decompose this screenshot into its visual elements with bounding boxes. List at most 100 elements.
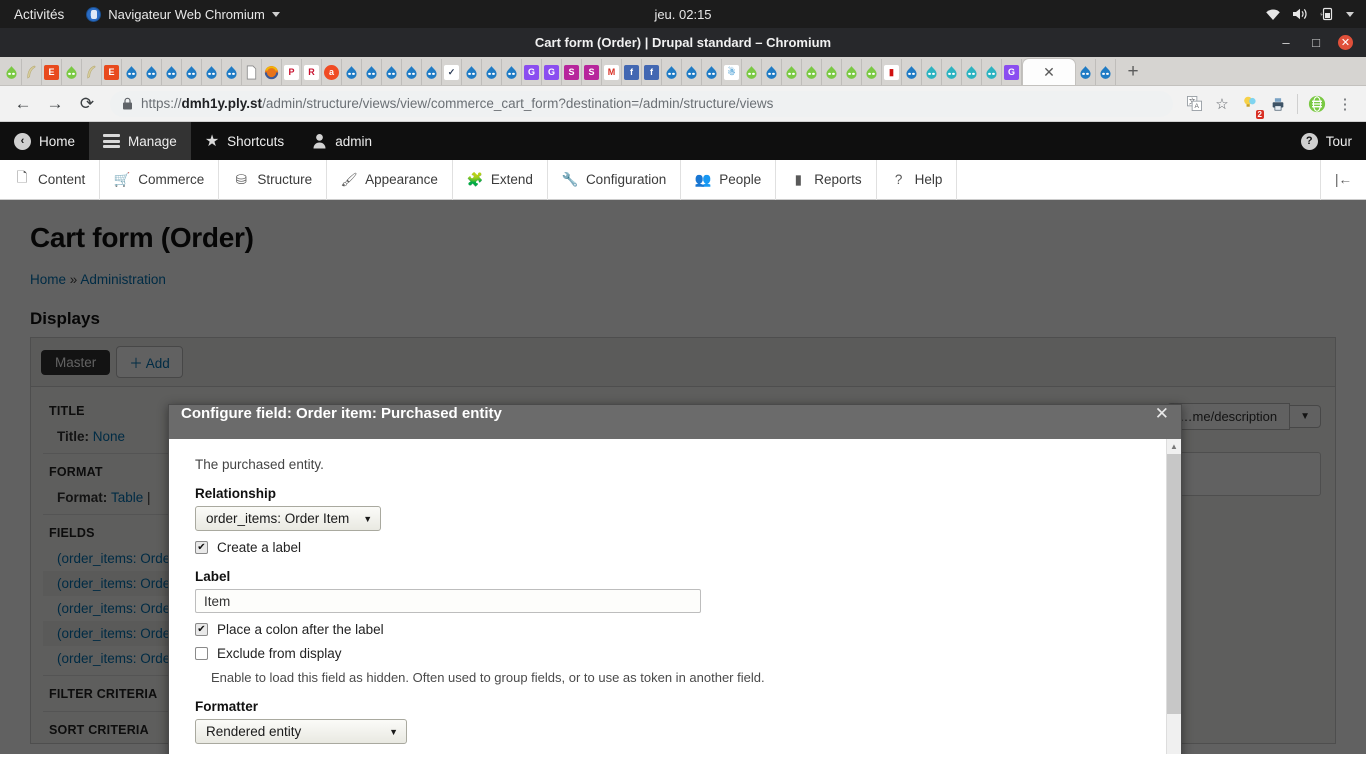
browser-tab[interactable] [982,59,1002,85]
forward-button[interactable]: → [40,89,70,119]
tab-close-icon[interactable]: ✕ [1043,64,1055,81]
browser-tab[interactable] [742,59,762,85]
formatter-select[interactable]: Rendered entity ▼ [195,719,407,744]
browser-tab[interactable] [482,59,502,85]
drupal-toolbar-item-shortcuts[interactable]: ★ Shortcuts [191,122,298,160]
relationship-select[interactable]: order_items: Order Item ▼ [195,506,382,531]
exclude-checkbox-row[interactable]: Exclude from display [195,646,1155,661]
browser-tab[interactable]: E [102,59,122,85]
browser-tab[interactable] [922,59,942,85]
activities-button[interactable]: Activités [0,7,76,22]
browser-tab[interactable] [1076,59,1096,85]
browser-tab[interactable] [142,59,162,85]
drupal-menu-item-configuration[interactable]: 🔧 Configuration [548,159,682,200]
browser-tab[interactable] [162,59,182,85]
browser-tab[interactable] [682,59,702,85]
drupal-toolbar-item-manage[interactable]: Manage [89,122,191,160]
browser-tab[interactable]: M [602,59,622,85]
colon-checkbox[interactable]: ✔ [195,623,208,636]
browser-tab[interactable] [942,59,962,85]
drupal-menu-item-commerce[interactable]: 🛒 Commerce [100,159,220,200]
browser-tab[interactable] [82,59,102,85]
active-tab[interactable]: ✕ [1022,58,1076,85]
maximize-button[interactable]: □ [1308,35,1324,51]
browser-tab[interactable]: G [542,59,562,85]
browser-tab[interactable] [822,59,842,85]
browser-tab[interactable] [62,59,82,85]
browser-tab[interactable]: P [282,59,302,85]
browser-tab[interactable] [762,59,782,85]
browser-tab[interactable]: ▮ [882,59,902,85]
browser-tab[interactable] [242,59,262,85]
browser-tab[interactable]: E [42,59,62,85]
extension-lightbulb-icon[interactable]: 2 [1237,91,1264,119]
drupal-menu-item-reports[interactable]: ▮ Reports [776,159,877,200]
scroll-up-arrow[interactable]: ▲ [1167,439,1181,454]
browser-tab[interactable] [382,59,402,85]
close-icon[interactable]: ✕ [1155,404,1169,424]
reload-button[interactable]: ⟳ [72,89,102,119]
collapse-icon[interactable]: |← [1319,159,1366,200]
browser-tab[interactable] [182,59,202,85]
system-status-area[interactable] [1265,7,1366,21]
address-bar[interactable]: https://dmh1y.ply.st/admin/structure/vie… [110,90,1173,117]
back-button[interactable]: ← [8,89,38,119]
browser-tab[interactable]: a [322,59,342,85]
translate-icon[interactable]: 文A [1181,91,1207,117]
browser-tab[interactable] [222,59,242,85]
drupal-menu-item-appearance[interactable]: 🖌 Appearance [327,159,453,200]
browser-tab[interactable] [962,59,982,85]
browser-tab[interactable] [1096,59,1116,85]
minimize-button[interactable]: – [1278,35,1294,51]
drupal-menu-item-structure[interactable]: ⛁ Structure [219,159,328,200]
drupal-profile-icon[interactable] [1304,91,1330,117]
app-menu-button[interactable]: Navigateur Web Chromium [86,6,280,22]
browser-tab[interactable] [422,59,442,85]
browser-tab[interactable]: G [1002,59,1022,85]
browser-tab[interactable] [342,59,362,85]
browser-tab[interactable]: R [302,59,322,85]
browser-tab[interactable] [122,59,142,85]
tab-strip[interactable]: E E P Ra ✓ G G S S Mf f ☃ ▮ G ✕ + [0,57,1366,86]
scrollbar-thumb[interactable] [1167,454,1181,714]
browser-tab[interactable]: f [622,59,642,85]
system-chevron-icon[interactable] [1346,11,1354,17]
browser-tab[interactable] [22,59,42,85]
new-tab-button[interactable]: + [1116,59,1150,85]
browser-tab[interactable] [842,59,862,85]
browser-tab[interactable]: G [522,59,542,85]
colon-checkbox-row[interactable]: ✔ Place a colon after the label [195,622,1155,637]
window-buttons[interactable]: – □ ✕ [1278,35,1366,51]
label-input[interactable] [195,589,701,613]
kebab-menu-icon[interactable]: ⋮ [1332,91,1358,117]
browser-tab[interactable] [862,59,882,85]
browser-tab[interactable] [362,59,382,85]
create-label-checkbox[interactable]: ✔ [195,541,208,554]
browser-tab[interactable] [662,59,682,85]
browser-tab[interactable] [902,59,922,85]
browser-tab[interactable] [802,59,822,85]
browser-tab[interactable] [262,59,282,85]
drupal-menu-item-content[interactable]: 🗋 Content [0,159,101,200]
browser-tab[interactable] [462,59,482,85]
browser-tab[interactable] [402,59,422,85]
tour-button[interactable]: ? Tour [1287,122,1366,160]
close-button[interactable]: ✕ [1338,35,1353,50]
drupal-menu-item-extend[interactable]: 🧩 Extend [453,159,548,200]
browser-tab[interactable]: ☃ [722,59,742,85]
drupal-toolbar-item-admin[interactable]: admin [298,122,386,160]
browser-tab[interactable] [2,59,22,85]
browser-tab[interactable] [782,59,802,85]
browser-tab[interactable]: S [562,59,582,85]
browser-tab[interactable] [502,59,522,85]
create-label-checkbox-row[interactable]: ✔ Create a label [195,540,1155,555]
browser-tab[interactable]: S [582,59,602,85]
star-icon[interactable]: ☆ [1209,91,1235,117]
dialog-scrollbar[interactable]: ▲ ▼ [1166,439,1181,754]
drupal-menu-item-people[interactable]: 👥 People [681,159,777,200]
exclude-checkbox[interactable] [195,647,208,660]
browser-tab[interactable] [702,59,722,85]
drupal-toolbar-item-home[interactable]: ‹ Home [0,122,89,160]
browser-tab[interactable]: f [642,59,662,85]
printer-extension-icon[interactable] [1265,91,1291,117]
